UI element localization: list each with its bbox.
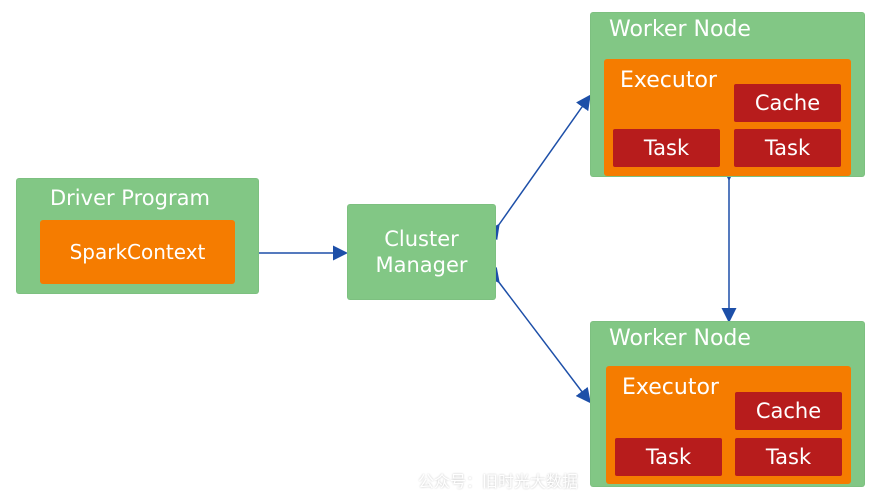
task-top-right-box: Task <box>734 129 841 167</box>
spark-context-box: SparkContext <box>40 220 235 284</box>
executor-top-box: Executor Cache Task Task <box>604 59 851 176</box>
task-top-left-label: Task <box>643 135 690 160</box>
executor-bottom-box: Executor Cache Task Task <box>606 366 851 484</box>
worker-node-top: Worker Node Executor Cache Task Task <box>590 12 865 177</box>
executor-bottom-label: Executor <box>622 375 719 400</box>
task-bottom-left-label: Task <box>645 444 692 469</box>
cluster-manager-node: Cluster Manager <box>347 204 496 300</box>
cluster-manager-label: Cluster Manager <box>347 204 496 300</box>
cache-bottom-label: Cache <box>755 398 822 423</box>
cluster-top-worker-connector <box>484 94 591 241</box>
task-bottom-left-box: Task <box>615 438 722 476</box>
driver-program-title: Driver Program <box>50 186 210 210</box>
cache-top-label: Cache <box>754 90 821 115</box>
cluster-manager-line-1: Cluster <box>384 226 459 251</box>
cache-bottom-box: Cache <box>735 392 842 430</box>
cache-top-box: Cache <box>734 84 841 122</box>
cluster-manager-line-2: Manager <box>375 253 468 277</box>
worker-bottom-title: Worker Node <box>609 326 751 351</box>
task-bottom-right-box: Task <box>735 438 842 476</box>
task-top-left-box: Task <box>613 129 720 167</box>
task-bottom-right-label: Task <box>765 444 812 469</box>
watermark-text: 公众号：旧时光大数据 <box>418 472 579 491</box>
cluster-bottom-worker-connector <box>484 266 591 404</box>
driver-program-node: Driver Program SparkContext <box>16 178 259 294</box>
worker-top-title: Worker Node <box>609 17 751 42</box>
executor-top-label: Executor <box>620 68 717 93</box>
spark-context-label: SparkContext <box>69 239 206 264</box>
task-top-right-label: Task <box>764 135 811 160</box>
worker-node-bottom: Worker Node Executor Cache Task Task <box>590 321 865 487</box>
